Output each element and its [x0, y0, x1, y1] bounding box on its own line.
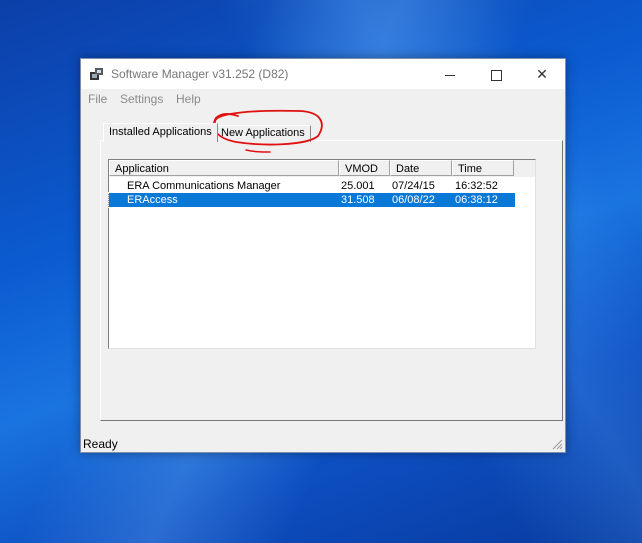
minimize-icon: [445, 74, 455, 76]
cell-vmod: 25.001: [341, 180, 375, 192]
app-icon[interactable]: [89, 66, 105, 82]
tab-new-applications[interactable]: New Applications: [215, 125, 311, 142]
software-manager-window: Software Manager v31.252 (D82) ✕ File Se…: [80, 58, 566, 453]
column-header-time[interactable]: Time: [452, 160, 514, 176]
close-button[interactable]: ✕: [519, 59, 565, 89]
cell-time: 16:32:52: [455, 180, 498, 192]
column-header-vmod[interactable]: VMOD: [339, 160, 390, 176]
cell-application: ERA Communications Manager: [127, 180, 281, 192]
resize-grip-icon[interactable]: [551, 438, 563, 450]
table-row[interactable]: ERA Communications Manager 25.001 07/24/…: [109, 179, 515, 193]
table-row-selected[interactable]: ERAccess 31.508 06/08/22 06:38:12: [108, 192, 516, 208]
column-header-application[interactable]: Application: [109, 160, 339, 176]
cell-time: 06:38:12: [455, 194, 498, 206]
cell-vmod: 31.508: [341, 194, 375, 206]
title-bar[interactable]: Software Manager v31.252 (D82) ✕: [81, 59, 565, 89]
menu-file[interactable]: File: [88, 92, 107, 106]
applications-list[interactable]: Application VMOD Date Time ERA Communica…: [108, 159, 536, 349]
tab-installed-applications[interactable]: Installed Applications: [103, 123, 218, 142]
close-icon: ✕: [536, 66, 548, 82]
menu-help[interactable]: Help: [176, 92, 201, 106]
menu-settings[interactable]: Settings: [120, 92, 163, 106]
cell-date: 06/08/22: [392, 194, 435, 206]
minimize-button[interactable]: [427, 59, 473, 89]
column-header-date[interactable]: Date: [390, 160, 452, 176]
cell-application: ERAccess: [127, 194, 178, 206]
status-text: Ready: [83, 437, 118, 451]
list-header: Application VMOD Date Time: [109, 160, 535, 177]
maximize-button[interactable]: [473, 59, 519, 89]
cell-date: 07/24/15: [392, 180, 435, 192]
menu-bar: File Settings Help: [81, 89, 565, 109]
maximize-icon: [490, 69, 502, 81]
status-bar: Ready: [81, 432, 565, 452]
window-title: Software Manager v31.252 (D82): [111, 67, 289, 81]
